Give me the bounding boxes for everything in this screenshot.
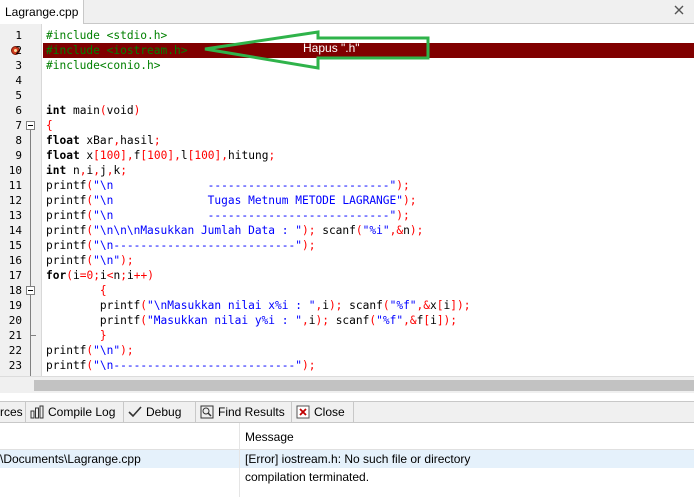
find-results-icon xyxy=(200,405,214,419)
scrollbar-thumb[interactable] xyxy=(34,380,694,391)
debug-check-icon xyxy=(128,406,142,418)
tab-find-results-label: Find Results xyxy=(218,405,285,419)
tab-compile-log-label: Compile Log xyxy=(48,405,116,419)
close-icon xyxy=(296,405,310,419)
tab-lagrange-cpp[interactable]: Lagrange.cpp xyxy=(0,0,84,24)
code-editor[interactable]: 1 #include <stdio.h> 2 #include <iostream.h… xyxy=(0,24,694,376)
tab-resources[interactable]: rces xyxy=(0,402,26,423)
compiler-messages: Message \Documents\Lagrange.cpp [Error] … xyxy=(0,423,694,497)
message-text: compilation terminated. xyxy=(245,470,370,484)
tab-find-results[interactable]: Find Results xyxy=(196,402,292,423)
close-tab-icon[interactable] xyxy=(672,3,686,17)
tab-debug-label: Debug xyxy=(146,405,182,419)
tab-close[interactable]: Close xyxy=(292,402,354,423)
message-column-header[interactable]: Message xyxy=(245,430,294,444)
message-file: \Documents\Lagrange.cpp xyxy=(0,452,141,466)
annotation-label: Hapus ".h" xyxy=(303,41,360,55)
compile-log-icon xyxy=(30,405,44,419)
horizontal-scrollbar[interactable] xyxy=(0,376,694,393)
column-divider xyxy=(239,423,240,497)
tab-compile-log[interactable]: Compile Log xyxy=(26,402,124,423)
message-row[interactable]: compilation terminated. xyxy=(0,468,694,486)
message-text: [Error] iostream.h: No such file or dire… xyxy=(245,452,471,466)
tab-close-label: Close xyxy=(314,405,345,419)
messages-header: Message xyxy=(0,423,694,450)
tab-debug[interactable]: Debug xyxy=(124,402,196,423)
message-row[interactable]: \Documents\Lagrange.cpp [Error] iostream… xyxy=(0,450,694,468)
annotation-arrow xyxy=(204,30,430,70)
tab-resources-label: rces xyxy=(0,405,23,419)
bottom-panel-tabs: rces Compile Log Debug Find Results Clos… xyxy=(0,401,694,423)
tab-label: Lagrange.cpp xyxy=(5,5,79,19)
editor-tab-bar: Lagrange.cpp xyxy=(0,0,694,24)
